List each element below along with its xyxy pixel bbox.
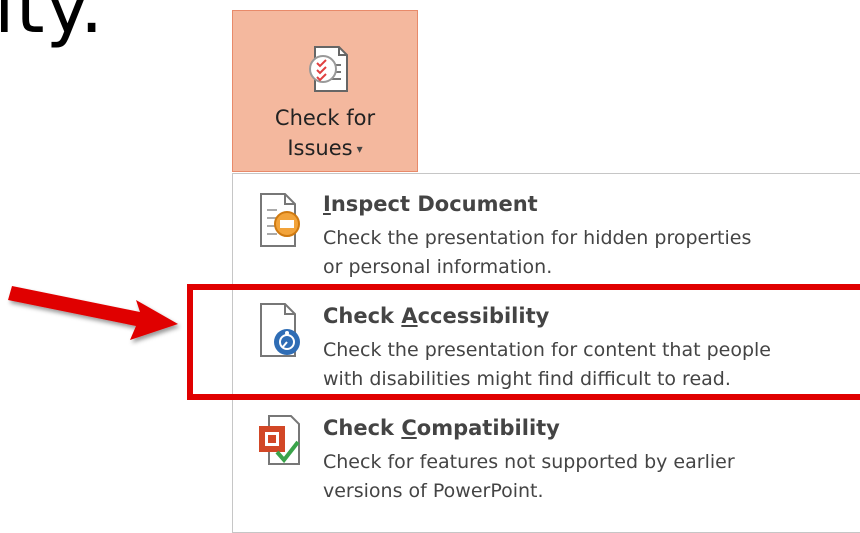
- red-arrow-icon: [8, 286, 178, 340]
- inspect-document-description: Check the presentation for hidden proper…: [323, 224, 843, 282]
- description-line1: Check for features not supported by earl…: [323, 451, 735, 473]
- description-line2: versions of PowerPoint.: [323, 480, 544, 502]
- title-rest: nspect Document: [330, 192, 538, 216]
- check-for-issues-label: Check for Issues ▾: [233, 103, 417, 164]
- accelerator-letter: I: [323, 192, 331, 216]
- inspect-document-icon: [260, 193, 300, 247]
- check-compatibility-title: Check Compatibility: [323, 416, 560, 440]
- description-line1: Check the presentation for hidden proper…: [323, 227, 752, 249]
- title-rest: ompatibility: [416, 416, 560, 440]
- description-line2: or personal information.: [323, 256, 553, 278]
- accelerator-letter: C: [401, 416, 417, 440]
- title-prefix: Check: [323, 416, 402, 440]
- menu-item-check-compatibility[interactable]: Check Compatibility Check for features n…: [233, 398, 860, 510]
- button-label-line1: Check for: [274, 106, 376, 130]
- compatibility-check-icon: [259, 415, 300, 465]
- slide-heading-fragment: ity.: [0, 0, 105, 50]
- check-compatibility-description: Check for features not supported by earl…: [323, 448, 843, 506]
- check-for-issues-button[interactable]: Check for Issues ▾: [232, 10, 418, 172]
- button-label-line2: Issues: [287, 136, 353, 160]
- inspect-document-title: Inspect Document: [323, 192, 538, 216]
- checklist-document-icon: [309, 46, 348, 92]
- highlight-rectangle: [187, 284, 860, 400]
- menu-item-inspect-document[interactable]: Inspect Document Check the presentation …: [233, 174, 860, 286]
- chevron-down-icon: ▾: [356, 142, 363, 156]
